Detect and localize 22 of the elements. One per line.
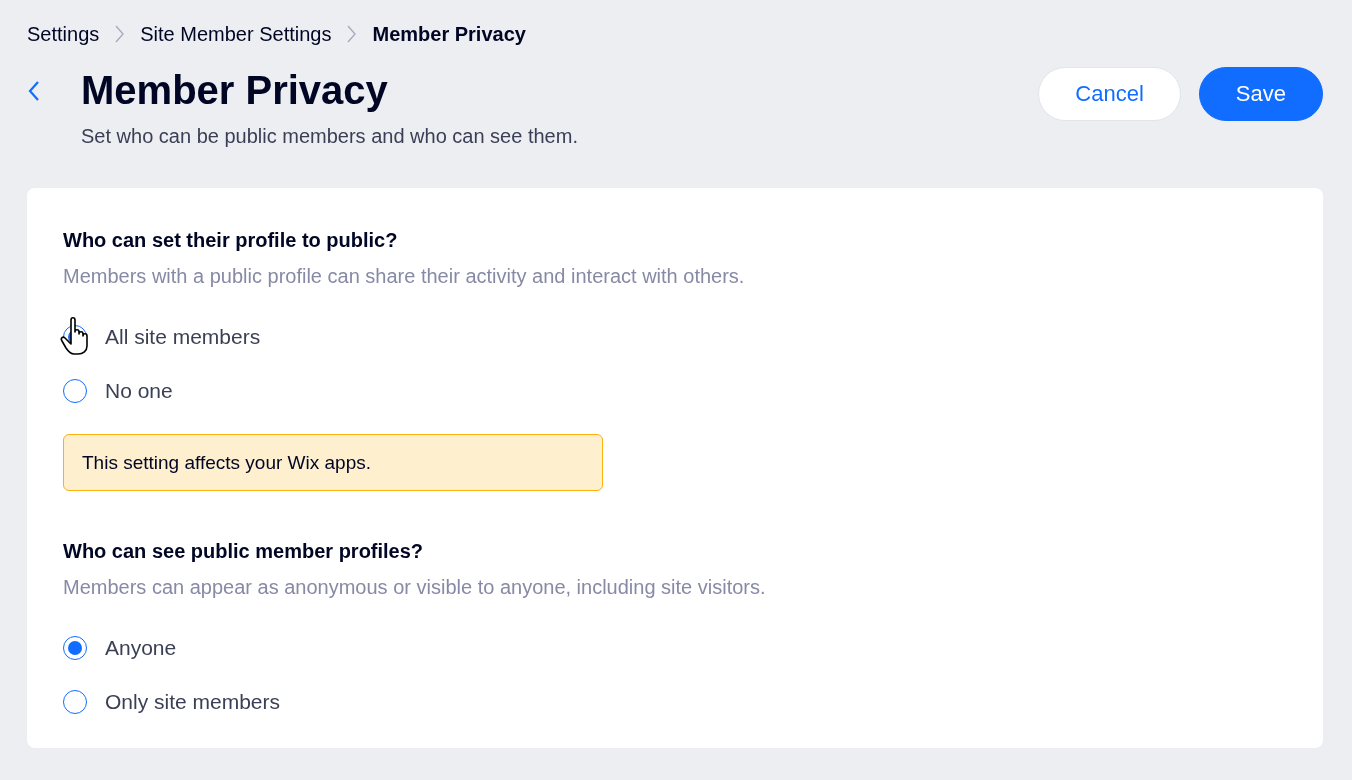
page-subtitle: Set who can be public members and who can see them. (81, 124, 579, 149)
radio-button[interactable] (63, 379, 87, 403)
section-description: Members can appear as anonymous or visible to anyone, including site visitors. (63, 575, 767, 600)
page-title: Member Privacy (81, 67, 389, 114)
breadcrumb-link[interactable]: Settings (27, 22, 100, 46)
chevron-right-icon (347, 25, 357, 43)
section-question: Who can set their profile to public? (63, 228, 399, 253)
save-button[interactable]: Save (1198, 67, 1323, 121)
option-label: No one (105, 379, 173, 403)
option-label: All site members (105, 325, 261, 349)
radio-button[interactable] (63, 690, 87, 714)
cancel-button[interactable]: Cancel (1038, 67, 1181, 121)
chevron-left-icon (27, 80, 41, 102)
section-description: Members with a public profile can share their activity and interact with others. (63, 264, 746, 289)
radio-button[interactable] (63, 636, 87, 660)
section-question: Who can see public member profiles? (63, 539, 425, 564)
notice-banner: This setting affects your Wix apps. (63, 434, 603, 491)
option-label: Anyone (105, 636, 177, 660)
breadcrumb-link[interactable]: Site Member Settings (140, 22, 332, 46)
chevron-right-icon (115, 25, 125, 43)
option-label: Only site members (105, 690, 281, 714)
breadcrumb-link[interactable]: Member Privacy (372, 22, 526, 46)
